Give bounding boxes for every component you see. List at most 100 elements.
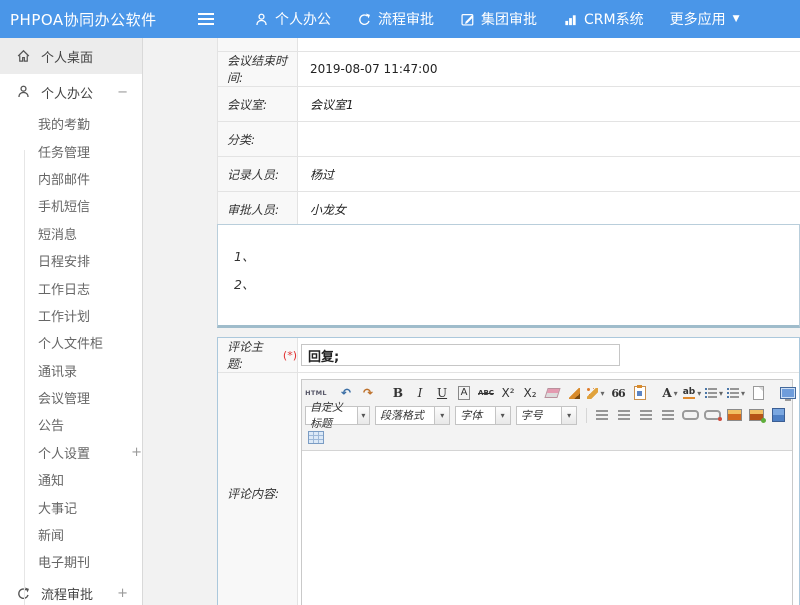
sidebar-item-my-attendance[interactable]: 我的考勤 <box>0 110 142 137</box>
field-label: 分类: <box>218 122 298 156</box>
unordered-list-icon[interactable]: ▾ <box>726 384 746 402</box>
sidebar-item-contacts[interactable]: 通讯录 <box>0 357 142 384</box>
insert-table-icon <box>308 431 324 444</box>
expand-icon[interactable]: + <box>117 586 128 601</box>
sidebar-item-announcement[interactable]: 公告 <box>0 411 142 438</box>
underline-icon[interactable]: U <box>432 384 452 402</box>
menu-toggle-icon[interactable] <box>198 13 214 25</box>
strikethrough-icon[interactable]: ABC <box>476 384 496 402</box>
sidebar-item-personal-settings[interactable]: 个人设置+ <box>0 439 142 466</box>
link-icon[interactable] <box>680 406 700 424</box>
font-size-select[interactable]: 字号▾ <box>516 406 577 425</box>
sidebar-item-work-plan[interactable]: 工作计划 <box>0 302 142 329</box>
redo-icon[interactable]: ↷ <box>358 384 378 402</box>
sidebar-item-label: 个人桌面 <box>41 47 93 66</box>
sidebar-item-news[interactable]: 新闻 <box>0 521 142 548</box>
edit-icon <box>460 12 475 27</box>
sidebar-item-personal-office[interactable]: 个人办公− <box>0 74 142 110</box>
align-right-icon[interactable] <box>636 406 656 424</box>
font-box-icon[interactable]: A <box>454 384 474 402</box>
nav-label: 更多应用 <box>670 9 726 29</box>
bold-icon[interactable]: B <box>388 384 408 402</box>
sidebar-item-personal-desktop[interactable]: 个人桌面 <box>0 38 142 74</box>
sidebar-item-mobile-sms[interactable]: 手机短信 <box>0 192 142 219</box>
sidebar-item-label: 新闻 <box>38 525 64 544</box>
app-logo: PHPOA协同办公软件 <box>0 9 190 30</box>
submenu-guide-line <box>24 150 25 605</box>
caret-down-icon: ▾ <box>600 389 604 398</box>
field-label: 评论内容: <box>227 485 279 502</box>
comment-content-row: 评论内容: HTML↶↷BIUAABCX²X₂▾66A▾ab▾▾▾ 自定义标题▾… <box>218 373 799 605</box>
align-left-icon[interactable] <box>592 406 612 424</box>
sidebar-item-meeting-management[interactable]: 会议管理 <box>0 384 142 411</box>
sidebar-item-label: 通讯录 <box>38 361 77 380</box>
caret-down-icon: ▾ <box>561 407 576 424</box>
sidebar-item-notice[interactable]: 通知 <box>0 466 142 493</box>
caret-down-icon: ▾ <box>357 407 369 424</box>
align-justify-icon[interactable] <box>658 406 678 424</box>
font-color-icon[interactable]: A▾ <box>660 384 680 402</box>
font-family-select[interactable]: 字体▾ <box>455 406 510 425</box>
italic-icon[interactable]: I <box>410 384 430 402</box>
field-value: 杨过 <box>298 157 334 191</box>
heading-select[interactable]: 自定义标题▾ <box>305 406 370 425</box>
sidebar-item-label: 会议管理 <box>38 388 90 407</box>
superscript-icon[interactable]: X² <box>498 384 518 402</box>
share-icon <box>357 12 372 27</box>
ordered-list-icon <box>705 388 717 398</box>
insert-media-icon[interactable] <box>768 406 788 424</box>
field-label: 会议结束时间: <box>218 52 298 86</box>
paragraph-format-select[interactable]: 段落格式▾ <box>375 406 450 425</box>
meeting-info-row: 分类: <box>218 122 800 157</box>
heading-select-value: 自定义标题 <box>310 399 354 431</box>
sidebar-item-short-message[interactable]: 短消息 <box>0 220 142 247</box>
field-label: 会议室: <box>218 87 298 121</box>
subscript-icon[interactable]: X₂ <box>520 384 540 402</box>
nav-workflow-approval[interactable]: 流程审批 <box>357 9 434 29</box>
image-manager-icon[interactable] <box>746 406 766 424</box>
paste-from-word-icon <box>634 386 646 400</box>
insert-image-icon[interactable] <box>724 406 744 424</box>
sidebar: 个人桌面个人办公− 我的考勤任务管理内部邮件手机短信短消息日程安排工作日志工作计划… <box>0 38 143 605</box>
sidebar-item-label: 我的考勤 <box>38 114 90 133</box>
sidebar-item-task-management[interactable]: 任务管理 <box>0 137 142 164</box>
sidebar-item-work-diary[interactable]: 工作日志 <box>0 274 142 301</box>
nav-more-apps[interactable]: 更多应用 ▼ <box>670 9 740 29</box>
insert-table-icon[interactable] <box>306 428 326 446</box>
html-source-button-glyph: HTML <box>305 389 327 397</box>
blockquote-icon[interactable]: 66 <box>608 384 628 402</box>
sidebar-item-label: 工作日志 <box>38 279 90 298</box>
fullscreen-icon <box>780 387 796 399</box>
nav-crm-system[interactable]: CRM系统 <box>563 9 644 29</box>
nav-personal-office[interactable]: 个人办公 <box>254 9 331 29</box>
sidebar-item-memorabilia[interactable]: 大事记 <box>0 493 142 520</box>
sidebar-item-schedule[interactable]: 日程安排 <box>0 247 142 274</box>
sidebar-item-workflow-approval[interactable]: 流程审批+ <box>0 576 142 605</box>
sidebar-item-e-journal[interactable]: 电子期刊 <box>0 548 142 575</box>
paste-from-word-icon[interactable] <box>630 384 650 402</box>
nav-label: CRM系统 <box>584 9 644 29</box>
format-brush-icon[interactable] <box>564 384 584 402</box>
sidebar-item-label: 公告 <box>38 415 64 434</box>
sidebar-item-internal-mail[interactable]: 内部邮件 <box>0 165 142 192</box>
fullscreen-icon[interactable] <box>778 384 798 402</box>
spellcheck-pen-icon[interactable]: ▾ <box>586 384 606 402</box>
remove-format-eraser-icon[interactable] <box>542 384 562 402</box>
nav-group-approval[interactable]: 集团审批 <box>460 9 537 29</box>
collapse-icon[interactable]: − <box>117 85 128 100</box>
expand-icon[interactable]: + <box>131 445 142 460</box>
required-mark: (*) <box>283 349 297 362</box>
comment-subject-input[interactable] <box>301 344 620 366</box>
font-color-icon-glyph: A <box>662 386 671 400</box>
align-center-icon[interactable] <box>614 406 634 424</box>
paragraph-format-select-value: 段落格式 <box>380 407 424 423</box>
new-page-icon[interactable] <box>748 384 768 402</box>
unlink-icon[interactable] <box>702 406 722 424</box>
editor-content-area[interactable] <box>302 451 792 605</box>
highlight-color-icon[interactable]: ab▾ <box>682 384 702 402</box>
ordered-list-icon[interactable]: ▾ <box>704 384 724 402</box>
meeting-info-table: 会议结束时间:2019-08-07 11:47:00会议室:会议室1分类:记录人… <box>217 38 800 227</box>
comment-content-cell: HTML↶↷BIUAABCX²X₂▾66A▾ab▾▾▾ 自定义标题▾段落格式▾字… <box>298 373 799 605</box>
meeting-info-row: 会议室:会议室1 <box>218 87 800 122</box>
sidebar-item-personal-files[interactable]: 个人文件柜 <box>0 329 142 356</box>
